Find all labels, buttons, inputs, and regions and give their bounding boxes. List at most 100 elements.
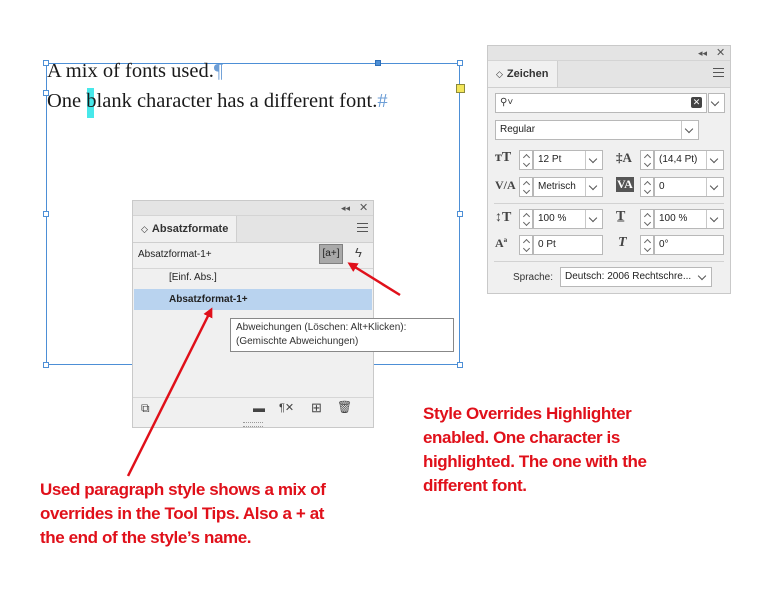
zeichen-divider bbox=[494, 203, 724, 204]
zeichen-divider-2 bbox=[494, 261, 724, 262]
leading-stepper[interactable] bbox=[640, 150, 654, 170]
outport-handle[interactable] bbox=[456, 84, 465, 93]
overrides-tooltip: Abweichungen (Löschen: Alt+Klicken): (Ge… bbox=[230, 318, 454, 352]
style-item-label: [Einf. Abs.] bbox=[169, 272, 217, 283]
resize-grip[interactable] bbox=[243, 422, 263, 427]
tracking-value: 0 bbox=[659, 181, 665, 192]
line2-start: One bbox=[47, 90, 82, 112]
new-style-icon[interactable]: ⊞ bbox=[311, 400, 322, 416]
annotation-left-line: the end of the style’s name. bbox=[40, 528, 252, 547]
chevron-down-icon bbox=[585, 210, 602, 228]
style-item-label: Absatzformat-1+ bbox=[169, 294, 248, 305]
frame-handle-mr[interactable] bbox=[457, 211, 463, 217]
language-select[interactable]: Deutsch: 2006 Rechtschre... bbox=[560, 267, 712, 287]
absatz-footer: ⧉ ▬ ¶✕ ⊞ 🗑 bbox=[133, 397, 373, 420]
new-group-icon[interactable]: ▬ bbox=[253, 401, 265, 415]
skew-icon: T bbox=[618, 235, 627, 250]
kerning-field[interactable]: Metrisch bbox=[533, 177, 603, 197]
horizontal-scale-stepper[interactable] bbox=[640, 209, 654, 229]
font-size-field[interactable]: 12 Pt bbox=[533, 150, 603, 170]
absatz-tab-row: ◇ Absatzformate bbox=[133, 216, 373, 243]
font-style-select[interactable]: Regular bbox=[495, 120, 699, 140]
frame-handle-ml[interactable] bbox=[43, 211, 49, 217]
leading-value: (14,4 Pt) bbox=[659, 154, 698, 165]
baseline-shift-stepper[interactable] bbox=[519, 235, 533, 255]
kerning-value: Metrisch bbox=[538, 181, 576, 192]
line2-rest: blank character has a different font. bbox=[86, 90, 378, 112]
current-style-row: Absatzformat-1+ [a+] ϟ bbox=[133, 242, 373, 269]
annotation-right-line: enabled. One character is bbox=[423, 428, 620, 447]
clear-overrides-icon[interactable]: ¶✕ bbox=[279, 401, 294, 414]
chevron-down-icon bbox=[706, 178, 723, 196]
skew-field[interactable]: 0° bbox=[654, 235, 724, 255]
tracking-icon: VA bbox=[616, 177, 634, 192]
collapse-icon[interactable]: ◂◂ bbox=[698, 46, 707, 60]
annotation-left-line: Used paragraph style shows a mix of bbox=[40, 480, 326, 499]
load-styles-icon[interactable]: ⧉ bbox=[141, 401, 150, 416]
trash-icon[interactable]: 🗑 bbox=[337, 400, 352, 414]
chevron-updown-icon: ◇ bbox=[496, 69, 503, 79]
frame-handle-tm[interactable] bbox=[375, 60, 381, 66]
style-override-highlighter-button[interactable]: [a+] bbox=[319, 244, 343, 264]
style-list-item-selected[interactable]: Absatzformat-1+ bbox=[134, 289, 372, 310]
panel-top-bar: ◂◂ ✕ bbox=[488, 46, 730, 61]
close-icon[interactable]: ✕ bbox=[716, 46, 725, 60]
panel-menu-icon[interactable] bbox=[357, 223, 368, 232]
tracking-stepper[interactable] bbox=[640, 177, 654, 197]
panel-menu-icon[interactable] bbox=[713, 68, 724, 77]
chevron-down-icon bbox=[585, 151, 602, 169]
leading-field[interactable]: (14,4 Pt) bbox=[654, 150, 724, 170]
zeichen-panel: ◂◂ ✕ ◇ Zeichen ⚲˅ ✕ Regular тT 12 Pt ‡A (… bbox=[487, 45, 731, 294]
horizontal-scale-value: 100 % bbox=[659, 213, 688, 224]
language-label: Sprache: bbox=[513, 272, 554, 283]
panel-top-bar: ◂◂ ✕ bbox=[133, 201, 373, 216]
baseline-shift-field[interactable]: 0 Pt bbox=[533, 235, 603, 255]
tab-absatzformate[interactable]: ◇ Absatzformate bbox=[133, 216, 238, 242]
text-line-2[interactable]: One blank character has a different font… bbox=[47, 90, 388, 113]
vertical-scale-stepper[interactable] bbox=[519, 209, 533, 229]
chevron-down-icon bbox=[706, 151, 723, 169]
pilcrow-mark: ¶ bbox=[213, 60, 224, 82]
chevron-updown-icon: ◇ bbox=[141, 224, 148, 234]
chevron-down-icon bbox=[695, 268, 711, 286]
search-icon: ⚲˅ bbox=[500, 97, 514, 108]
skew-stepper[interactable] bbox=[640, 235, 654, 255]
horizontal-scale-field[interactable]: 100 % bbox=[654, 209, 724, 229]
kerning-stepper[interactable] bbox=[519, 177, 533, 197]
tooltip-line-1: Abweichungen (Löschen: Alt+Klicken): bbox=[236, 322, 407, 333]
frame-handle-tr[interactable] bbox=[457, 60, 463, 66]
baseline-shift-icon: Aª bbox=[495, 236, 508, 250]
close-icon[interactable]: ✕ bbox=[359, 201, 368, 215]
frame-handle-bl[interactable] bbox=[43, 362, 49, 368]
font-size-value: 12 Pt bbox=[538, 154, 562, 165]
language-value: Deutsch: 2006 Rechtschre... bbox=[565, 271, 692, 282]
frame-handle-br[interactable] bbox=[457, 362, 463, 368]
style-list-item[interactable]: [Einf. Abs.] bbox=[134, 267, 372, 288]
tab-zeichen[interactable]: ◇ Zeichen bbox=[488, 61, 558, 87]
annotation-left-line: overrides in the Tool Tips. Also a + at bbox=[40, 504, 325, 523]
text-line-1[interactable]: A mix of fonts used.¶ bbox=[47, 60, 223, 83]
font-family-dropdown[interactable] bbox=[708, 93, 725, 113]
font-style-value: Regular bbox=[500, 124, 536, 135]
chevron-down-icon bbox=[706, 210, 723, 228]
chevron-down-icon bbox=[681, 121, 698, 139]
tracking-field[interactable]: 0 bbox=[654, 177, 724, 197]
annotation-right-line: highlighted. The one with the bbox=[423, 452, 647, 471]
vertical-scale-value: 100 % bbox=[538, 213, 567, 224]
skew-value: 0° bbox=[659, 239, 669, 250]
tooltip-line-2: (Gemischte Abweichungen) bbox=[236, 336, 359, 347]
line1-text: A mix of fonts used. bbox=[47, 60, 214, 82]
vertical-scale-field[interactable]: 100 % bbox=[533, 209, 603, 229]
font-size-stepper[interactable] bbox=[519, 150, 533, 170]
lightning-icon[interactable]: ϟ bbox=[355, 245, 362, 260]
clear-icon[interactable]: ✕ bbox=[691, 97, 702, 108]
font-size-icon: тT bbox=[495, 150, 512, 165]
collapse-icon[interactable]: ◂◂ bbox=[341, 201, 350, 215]
zeichen-tab-row: ◇ Zeichen bbox=[488, 61, 730, 88]
annotation-right-line: different font. bbox=[423, 476, 527, 495]
tab-absatzformate-label: Absatzformate bbox=[151, 223, 229, 235]
font-family-field[interactable]: ⚲˅ ✕ bbox=[495, 93, 707, 113]
annotation-right-line: Style Overrides Highlighter bbox=[423, 404, 632, 423]
current-style-label: Absatzformat-1+ bbox=[138, 249, 212, 260]
chevron-down-icon bbox=[585, 178, 602, 196]
